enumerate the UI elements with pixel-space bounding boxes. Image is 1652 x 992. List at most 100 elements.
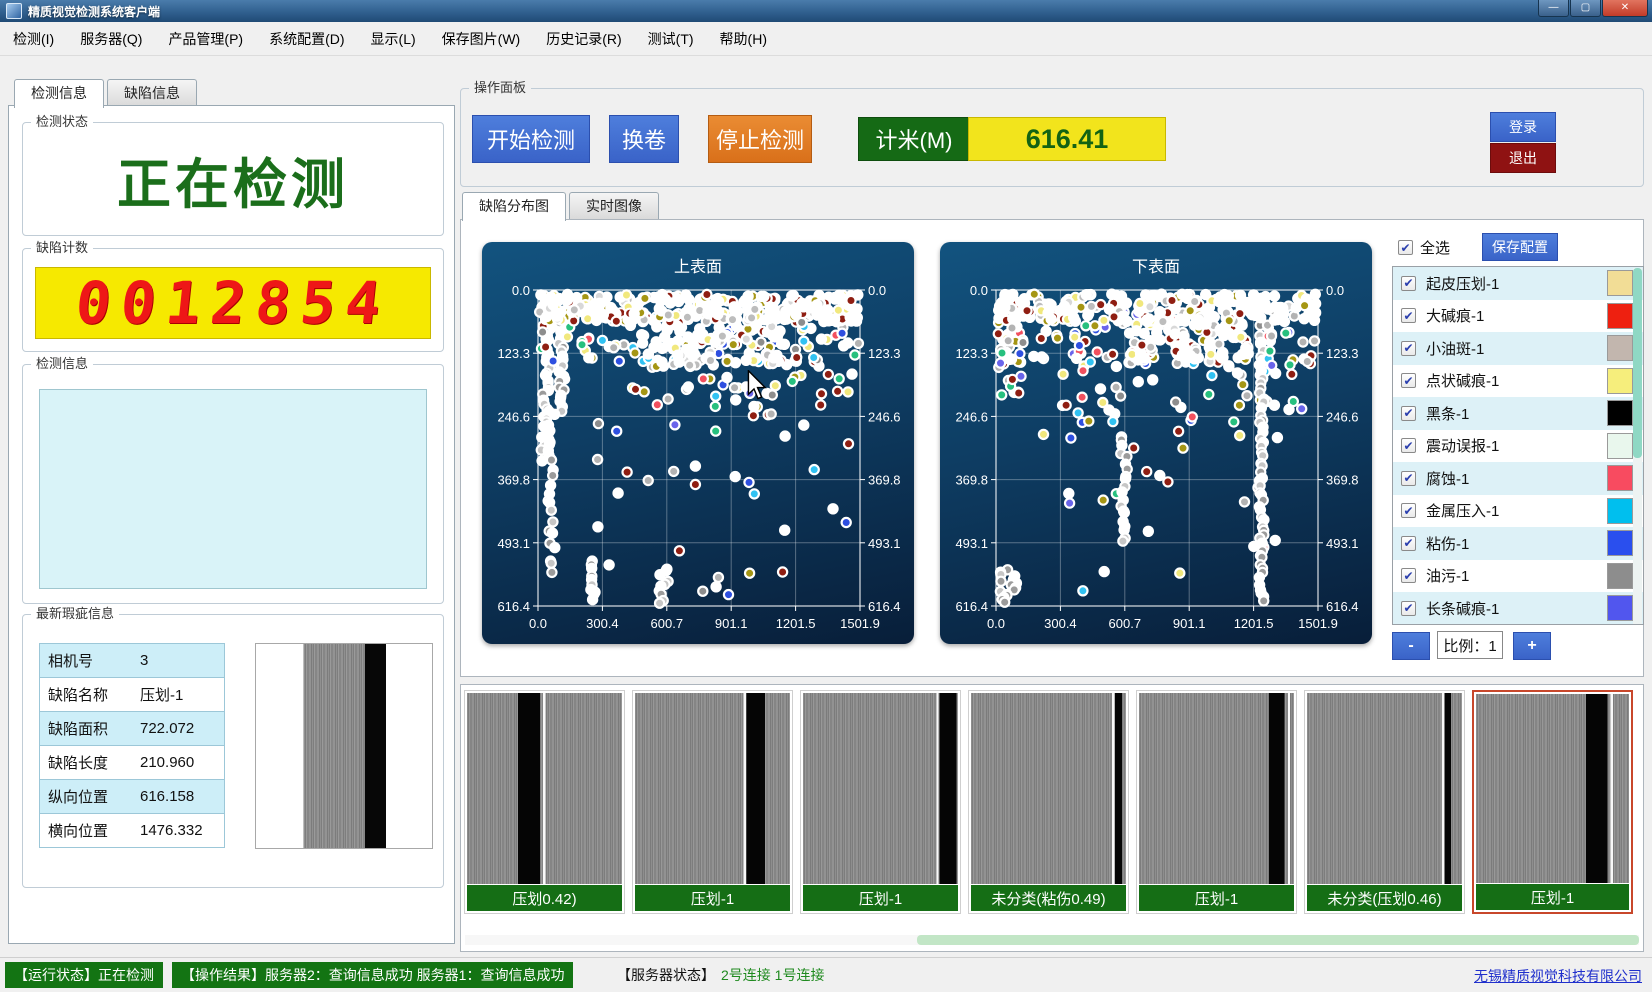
legend-checkbox[interactable]: ✔ — [1401, 308, 1416, 323]
defect-thumbnail-5[interactable]: 压划-1 — [1136, 690, 1297, 914]
defect-thumbnail-2[interactable]: 压划-1 — [632, 690, 793, 914]
legend-item-1[interactable]: ✔ 起皮压划-1 — [1393, 267, 1643, 300]
legend-checkbox[interactable]: ✔ — [1401, 406, 1416, 421]
thumbnail-scrollbar[interactable] — [465, 935, 1639, 945]
legend-item-11[interactable]: ✔长条碱痕-1 — [1393, 592, 1643, 625]
svg-text:616.4: 616.4 — [955, 599, 988, 614]
detection-info-title: 检测信息 — [31, 356, 93, 372]
legend-checkbox[interactable]: ✔ — [1401, 536, 1416, 551]
svg-text:369.8: 369.8 — [868, 473, 901, 488]
exit-button[interactable]: 退出 — [1490, 143, 1556, 173]
defect-info-label: 缺陷长度 — [40, 752, 134, 773]
login-button[interactable]: 登录 — [1490, 112, 1556, 142]
legend-color-swatch — [1607, 400, 1633, 426]
defect-thumbnail-6[interactable]: 未分类(压划0.46) — [1304, 690, 1465, 914]
svg-text:上表面: 上表面 — [674, 258, 722, 276]
defect-info-label: 缺陷名称 — [40, 684, 134, 705]
legend-item-9[interactable]: ✔粘伤-1 — [1393, 527, 1643, 560]
scale-value-box: 比例：1 — [1437, 631, 1503, 659]
menu-item-6[interactable]: 保存图片(W) — [429, 22, 534, 55]
svg-text:600.7: 600.7 — [1109, 616, 1142, 631]
save-config-button[interactable]: 保存配置 — [1482, 233, 1558, 261]
svg-text:123.3: 123.3 — [1326, 346, 1359, 361]
legend-label: 点状碱痕-1 — [1426, 370, 1499, 391]
legend-item-6[interactable]: ✔震动误报-1 — [1393, 430, 1643, 463]
legend-checkbox[interactable]: ✔ — [1401, 373, 1416, 388]
scale-minus-button[interactable]: - — [1392, 632, 1430, 660]
svg-text:616.4: 616.4 — [868, 599, 901, 614]
legend-item-3[interactable]: ✔小油斑-1 — [1393, 332, 1643, 365]
select-all-row: ✔ 全选 — [1398, 237, 1450, 258]
scatter-chart-lower-surface: 下表面0.00.0123.3123.3246.6246.6369.8369.84… — [940, 242, 1372, 644]
thumbnail-label: 未分类(压划0.46) — [1307, 885, 1462, 911]
view-tab-2[interactable]: 实时图像 — [569, 192, 659, 219]
svg-text:246.6: 246.6 — [955, 409, 988, 424]
legend-checkbox[interactable]: ✔ — [1401, 601, 1416, 616]
legend-item-8[interactable]: ✔ 金属压入-1 — [1393, 495, 1643, 528]
legend-item-2[interactable]: ✔大碱痕-1 — [1393, 300, 1643, 333]
change-roll-button[interactable]: 换卷 — [609, 115, 679, 163]
thumbnail-label: 压划0.42) — [467, 885, 622, 911]
svg-text:493.1: 493.1 — [497, 536, 530, 551]
close-button[interactable]: ✕ — [1602, 0, 1648, 17]
defect-info-row: 纵向位置616.158 — [40, 780, 224, 814]
legend-checkbox[interactable]: ✔ — [1401, 276, 1416, 291]
legend-label: 金属压入-1 — [1426, 500, 1499, 521]
legend-checkbox[interactable]: ✔ — [1401, 503, 1416, 518]
defect-info-value: 压划-1 — [134, 684, 224, 705]
defect-info-row: 缺陷面积722.072 — [40, 712, 224, 746]
legend-checkbox[interactable]: ✔ — [1401, 341, 1416, 356]
defect-info-value: 616.158 — [134, 788, 224, 805]
company-link[interactable]: 无锡精质视觉科技有限公司 — [1474, 966, 1642, 986]
maximize-button[interactable]: ▢ — [1570, 0, 1601, 17]
defect-info-row: 相机号3 — [40, 644, 224, 678]
menu-item-9[interactable]: 帮助(H) — [707, 22, 780, 55]
defect-thumbnail-4[interactable]: 未分类(粘伤0.49) — [968, 690, 1129, 914]
start-detection-button[interactable]: 开始检测 — [472, 115, 590, 163]
minimize-button[interactable]: — — [1538, 0, 1569, 17]
svg-text:0.0: 0.0 — [512, 283, 530, 298]
svg-text:123.3: 123.3 — [868, 346, 901, 361]
view-tab-1[interactable]: 缺陷分布图 — [462, 192, 566, 221]
title-bar: 精质视觉检测系统客户端 — ▢ ✕ — [0, 0, 1652, 22]
legend-checkbox[interactable]: ✔ — [1401, 568, 1416, 583]
legend-item-7[interactable]: ✔腐蚀-1 — [1393, 462, 1643, 495]
menu-item-4[interactable]: 系统配置(D) — [256, 22, 357, 55]
defect-info-value: 3 — [134, 652, 224, 669]
legend-label: 黑条-1 — [1426, 403, 1469, 424]
svg-text:123.3: 123.3 — [955, 346, 988, 361]
menu-item-5[interactable]: 显示(L) — [358, 22, 429, 55]
latest-defect-group: 最新瑕疵信息 相机号3缺陷名称压划-1缺陷面积722.072缺陷长度210.96… — [22, 614, 444, 888]
menu-item-3[interactable]: 产品管理(P) — [155, 22, 256, 55]
menu-item-1[interactable]: 检测(I) — [0, 22, 67, 55]
left-tab-1[interactable]: 检测信息 — [14, 79, 104, 108]
meter-label: 计米(M) — [858, 117, 970, 161]
legend-checkbox[interactable]: ✔ — [1401, 471, 1416, 486]
thumbnail-label: 压划-1 — [803, 885, 958, 911]
legend-color-swatch — [1607, 433, 1633, 459]
defect-thumbnail-1[interactable]: 压划0.42) — [464, 690, 625, 914]
select-all-checkbox[interactable]: ✔ — [1398, 240, 1413, 255]
stop-detection-button[interactable]: 停止检测 — [708, 115, 812, 163]
server-status-segment: 【服务器状态】 2号连接 1号连接 — [608, 962, 833, 988]
legend-item-10[interactable]: ✔油污-1 — [1393, 560, 1643, 593]
menu-item-2[interactable]: 服务器(Q) — [67, 22, 155, 55]
left-tab-2[interactable]: 缺陷信息 — [107, 79, 197, 106]
legend-color-swatch — [1607, 563, 1633, 589]
run-status-segment: 【运行状态】正在检测 — [5, 962, 163, 988]
left-tabstrip: 检测信息缺陷信息 — [14, 79, 200, 108]
detection-status-group: 检测状态 正在检测 — [22, 122, 444, 236]
legend-item-4[interactable]: ✔ 点状碱痕-1 — [1393, 365, 1643, 398]
legend-scrollbar[interactable] — [1633, 268, 1642, 624]
svg-text:901.1: 901.1 — [1173, 616, 1206, 631]
svg-text:493.1: 493.1 — [955, 536, 988, 551]
legend-color-swatch — [1607, 270, 1633, 296]
menu-item-7[interactable]: 历史记录(R) — [533, 22, 634, 55]
defect-thumbnail-3[interactable]: 压划-1 — [800, 690, 961, 914]
menu-item-8[interactable]: 测试(T) — [635, 22, 707, 55]
scale-plus-button[interactable]: + — [1513, 632, 1551, 660]
legend-item-5[interactable]: ✔ 黑条-1 — [1393, 397, 1643, 430]
legend-label: 起皮压划-1 — [1426, 273, 1499, 294]
legend-checkbox[interactable]: ✔ — [1401, 438, 1416, 453]
defect-thumbnail-7[interactable]: 压划-1 — [1472, 690, 1633, 914]
